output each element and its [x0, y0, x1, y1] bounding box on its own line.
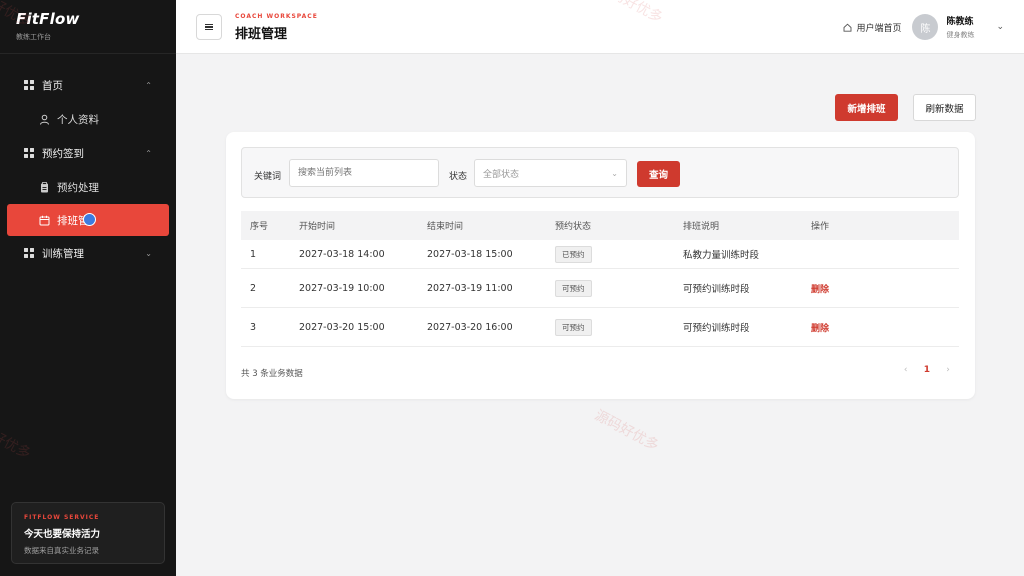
cell-status: 已预约	[555, 245, 683, 263]
header-right: 用户端首页 陈 陈教练 健身教练 ⌄	[843, 12, 1004, 42]
schedule-card: 关键词 状态 全部状态 ⌄ 查询 序号 开始时间 结束时间 预约状态 排班说明 …	[226, 132, 975, 399]
record-count: 共 3 条业务数据	[241, 369, 303, 379]
grid-icon	[24, 248, 34, 258]
user-info[interactable]: 陈教练 健身教练	[946, 14, 974, 40]
brand: FitFlow 教练工作台	[0, 0, 176, 54]
column-header: 序号	[250, 222, 269, 232]
sidebar-item-schedule[interactable]: 排班管	[7, 204, 169, 236]
sidebar: FitFlow 教练工作台 首页 ⌃ 个人资料 预约签到 ⌃ 预约处理 排班管 …	[0, 0, 176, 576]
cell-end: 2027-03-19 11:00	[427, 282, 513, 294]
sidebar-group-home[interactable]: 首页 ⌃	[0, 68, 176, 102]
keyword-input[interactable]	[289, 159, 439, 187]
cell-start: 2027-03-20 15:00	[299, 321, 385, 333]
table-row: 1 2027-03-18 14:00 2027-03-18 15:00 已预约 …	[241, 240, 959, 269]
header-kicker: COACH WORKSPACE	[235, 13, 318, 20]
keyword-label: 关键词	[254, 172, 282, 182]
add-schedule-button[interactable]: 新增排班	[835, 94, 898, 121]
refresh-data-button[interactable]: 刷新数据	[913, 94, 976, 121]
promo-tag: FITFLOW SERVICE	[24, 514, 100, 521]
promo-card: FITFLOW SERVICE 今天也要保持活力 数据来自真实业务记录	[11, 502, 165, 564]
sidebar-group-training[interactable]: 训练管理 ⌄	[0, 236, 176, 270]
menu-toggle-button[interactable]	[196, 14, 222, 40]
cell-no: 1	[250, 248, 257, 260]
cell-note: 私教力量训练时段	[683, 250, 760, 261]
next-page-icon[interactable]: ›	[943, 365, 953, 375]
chevron-down-icon: ⌄	[611, 168, 618, 178]
sidebar-item-booking-handle[interactable]: 预约处理	[0, 170, 176, 204]
cell-status: 可预约	[555, 318, 683, 336]
brand-logo[interactable]: FitFlow	[16, 10, 160, 28]
status-badge: 已预约	[555, 245, 592, 263]
column-header: 操作	[811, 222, 830, 232]
page-title: 排班管理	[235, 27, 288, 42]
cell-no: 2	[250, 282, 257, 294]
sidebar-group-label: 训练管理	[42, 247, 84, 260]
chevron-down-icon: ⌄	[145, 248, 152, 258]
promo-title: 今天也要保持活力	[24, 529, 101, 540]
calendar-icon	[39, 215, 50, 226]
sidebar-group-label: 首页	[42, 79, 63, 92]
user-role: 健身教练	[946, 31, 975, 39]
cell-no: 3	[250, 321, 257, 333]
column-header: 结束时间	[427, 222, 464, 232]
user-name: 陈教练	[946, 17, 974, 27]
chevron-up-icon: ⌃	[145, 80, 152, 90]
column-header: 排班说明	[683, 222, 720, 232]
prev-page-icon[interactable]: ‹	[901, 365, 911, 375]
clipboard-icon	[39, 181, 50, 193]
cell-end: 2027-03-20 16:00	[427, 321, 513, 333]
sidebar-group-booking[interactable]: 预约签到 ⌃	[0, 136, 176, 170]
home-icon	[843, 23, 852, 32]
status-badge: 可预约	[555, 279, 592, 297]
table-header: 序号 开始时间 结束时间 预约状态 排班说明 操作	[241, 211, 959, 240]
status-label: 状态	[449, 172, 468, 182]
cell-note: 可预约训练时段	[683, 284, 750, 295]
status-badge: 可预约	[555, 318, 592, 336]
status-select-value: 全部状态	[483, 169, 520, 180]
top-header: COACH WORKSPACE 排班管理 用户端首页 陈 陈教练 健身教练 ⌄	[176, 0, 1024, 54]
promo-desc: 数据来自真实业务记录	[24, 546, 99, 555]
sidebar-item-label: 预约处理	[57, 181, 99, 194]
watermark: 源码好优多	[591, 407, 662, 455]
delete-button[interactable]: 删除	[811, 285, 829, 295]
sidebar-item-profile[interactable]: 个人资料	[0, 102, 176, 136]
cell-note: 可预约训练时段	[683, 323, 750, 334]
cell-start: 2027-03-18 14:00	[299, 248, 385, 260]
user-icon	[39, 114, 50, 125]
grid-icon	[24, 80, 34, 90]
cell-end: 2027-03-18 15:00	[427, 248, 513, 260]
cursor-indicator	[83, 213, 96, 226]
grid-icon	[24, 148, 34, 158]
chevron-down-icon[interactable]: ⌄	[996, 22, 1004, 32]
page-number[interactable]: 1	[924, 365, 930, 375]
pagination: ‹ 1 ›	[901, 365, 953, 375]
column-header: 开始时间	[299, 222, 336, 232]
cell-status: 可预约	[555, 279, 683, 297]
schedule-table: 序号 开始时间 结束时间 预约状态 排班说明 操作 1 2027-03-18 1…	[241, 211, 959, 347]
table-row: 3 2027-03-20 15:00 2027-03-20 16:00 可预约 …	[241, 308, 959, 347]
sidebar-group-label: 预约签到	[42, 147, 84, 160]
user-home-link[interactable]: 用户端首页	[843, 21, 901, 34]
table-row: 2 2027-03-19 10:00 2027-03-19 11:00 可预约 …	[241, 269, 959, 308]
filter-bar: 关键词 状态 全部状态 ⌄ 查询	[241, 147, 959, 198]
status-select[interactable]: 全部状态 ⌄	[474, 159, 627, 187]
sidebar-item-label: 个人资料	[57, 113, 99, 126]
sidebar-nav: 首页 ⌃ 个人资料 预约签到 ⌃ 预约处理 排班管 训练管理 ⌄	[0, 54, 176, 270]
user-home-link-label: 用户端首页	[856, 23, 902, 34]
column-header: 预约状态	[555, 222, 592, 232]
hamburger-icon	[205, 24, 213, 30]
chevron-up-icon: ⌃	[145, 148, 152, 158]
delete-button[interactable]: 删除	[811, 324, 829, 334]
avatar[interactable]: 陈	[912, 14, 939, 40]
cell-start: 2027-03-19 10:00	[299, 282, 385, 294]
query-button[interactable]: 查询	[637, 161, 680, 187]
brand-subtitle: 教练工作台	[16, 33, 51, 41]
